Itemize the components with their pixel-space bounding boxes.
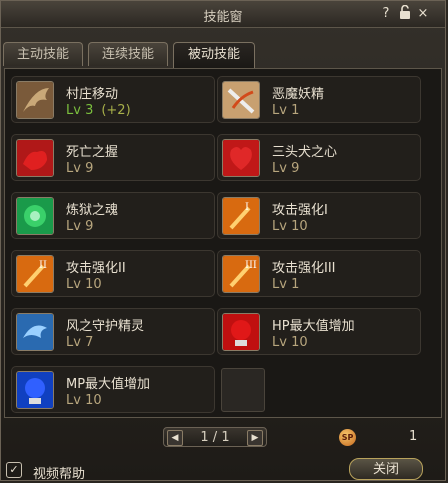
skill-name: HP最大值增加 [272,319,355,334]
attack-boost-1-icon[interactable]: I [222,197,260,235]
footer-bar: ✓ 视频帮助 关闭 [1,456,445,482]
skill-level-value: Lv 10 [66,277,102,292]
tab-bar: 主动技能 连续技能 被动技能 [1,42,445,68]
skill-level: Lv 1 [272,277,299,292]
skill-level: Lv 7 [66,335,93,350]
skill-level-value: Lv 9 [272,161,300,176]
sp-icon: SP [339,429,356,446]
skill-level-bonus: (+2) [101,103,131,118]
skill-name: 风之守护精灵 [66,319,145,334]
skill-level: Lv 9 [272,161,299,176]
skill-slot[interactable]: 炼狱之魂 Lv 9 [11,192,215,239]
skill-level: Lv 10 [66,393,102,408]
empty-skill-slot[interactable] [221,368,265,412]
tab-passive-skills[interactable]: 被动技能 [173,42,255,68]
skill-level-value: Lv 1 [272,277,300,292]
skill-level: Lv 9 [66,219,93,234]
skill-level-value: Lv 10 [272,219,308,234]
skill-level-value: Lv 9 [66,161,94,176]
cerberus-heart-icon[interactable] [222,139,260,177]
skill-window: 技能窗 ? × 主动技能 连续技能 被动技能 村庄移动 Lv 3 (+2) 恶魔妖精 L… [0,0,446,482]
skill-name: 恶魔妖精 [272,87,325,102]
skill-level: Lv 3 (+2) [66,103,131,118]
svg-text:II: II [39,260,47,271]
next-page-button[interactable]: ▶ [247,430,263,446]
skill-list-panel: 村庄移动 Lv 3 (+2) 恶魔妖精 Lv 1 死亡之握 Lv 9 三头犬之心 Lv 9 炼狱之… [4,68,442,418]
prev-page-button[interactable]: ◀ [167,430,183,446]
svg-text:III: III [245,260,257,271]
skill-name: MP最大值增加 [66,377,151,392]
skill-slot[interactable]: 死亡之握 Lv 9 [11,134,215,181]
skill-slot[interactable]: II 攻击强化II Lv 10 [11,250,215,297]
skill-level: Lv 1 [272,103,299,118]
skill-level-value: Lv 7 [66,335,94,350]
skill-level-value: Lv 3 [66,103,94,118]
skill-name: 攻击强化I [272,203,328,218]
skill-level: Lv 9 [66,161,93,176]
tab-combo-skills[interactable]: 连续技能 [88,42,168,66]
skill-slot[interactable]: 村庄移动 Lv 3 (+2) [11,76,215,123]
title-bar[interactable]: 技能窗 ? × [1,1,445,28]
skill-slot[interactable]: I 攻击强化I Lv 10 [217,192,421,239]
wing-icon[interactable] [16,81,54,119]
pagination: ◀ 1 / 1 ▶ [163,427,267,447]
video-help-checkbox[interactable]: ✓ [6,462,22,478]
help-icon[interactable]: ? [378,5,394,22]
skill-name: 攻击强化II [66,261,126,276]
svg-text:I: I [245,202,249,213]
skill-level: Lv 10 [272,219,308,234]
close-button[interactable]: 关闭 [349,458,423,480]
skill-name: 攻击强化III [272,261,336,276]
lock-icon[interactable] [397,4,413,22]
skill-slot[interactable]: 三头犬之心 Lv 9 [217,134,421,181]
attack-boost-3-icon[interactable]: III [222,255,260,293]
skill-slot[interactable]: III 攻击强化III Lv 1 [217,250,421,297]
skill-name: 村庄移动 [66,87,119,102]
skill-slot[interactable]: HP最大值增加 Lv 10 [217,308,421,355]
skill-level-value: Lv 1 [272,103,300,118]
close-icon[interactable]: × [415,5,431,22]
video-help-label: 视频帮助 [33,467,86,482]
skill-level-value: Lv 10 [272,335,308,350]
skill-level-value: Lv 10 [66,393,102,408]
skill-level: Lv 10 [272,335,308,350]
skill-name: 死亡之握 [66,145,119,160]
skill-name: 炼狱之魂 [66,203,119,218]
skill-slot[interactable]: MP最大值增加 Lv 10 [11,366,215,413]
tab-active-skills[interactable]: 主动技能 [3,42,83,66]
skill-level: Lv 10 [66,277,102,292]
skill-level-value: Lv 9 [66,219,94,234]
wind-guardian-icon[interactable] [16,313,54,351]
attack-boost-2-icon[interactable]: II [16,255,54,293]
demon-fairy-icon[interactable] [222,81,260,119]
sp-value: 1 [409,429,418,444]
skill-name: 三头犬之心 [272,145,338,160]
skill-slot[interactable]: 恶魔妖精 Lv 1 [217,76,421,123]
page-indicator: 1 / 1 [200,430,230,445]
death-grip-icon[interactable] [16,139,54,177]
hp-potion-icon[interactable] [222,313,260,351]
purgatory-soul-icon[interactable] [16,197,54,235]
skill-slot[interactable]: 风之守护精灵 Lv 7 [11,308,215,355]
mp-potion-icon[interactable] [16,371,54,409]
